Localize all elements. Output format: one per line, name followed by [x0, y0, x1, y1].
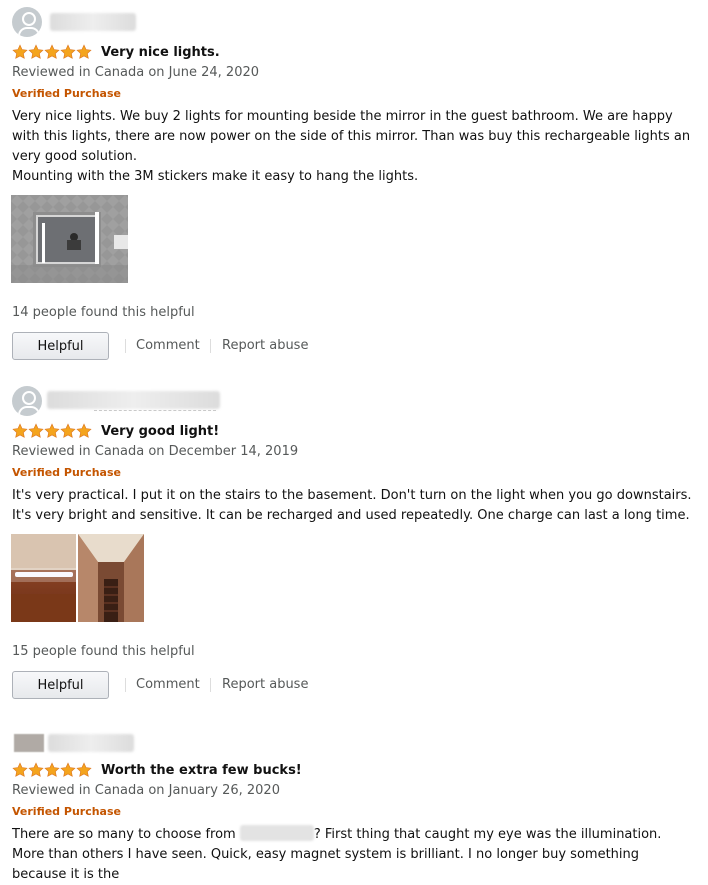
star-icon — [60, 44, 76, 60]
star-icon — [12, 44, 28, 60]
helpful-button[interactable]: Helpful — [12, 332, 109, 360]
review-title[interactable]: Worth the extra few bucks! — [101, 763, 302, 778]
verified-purchase-badge: Verified Purchase — [12, 87, 121, 100]
comment-link[interactable]: Comment — [136, 338, 200, 353]
verified-purchase-badge: Verified Purchase — [12, 805, 121, 818]
avatar-icon[interactable] — [14, 734, 44, 752]
helpful-count: 14 people found this helpful — [12, 305, 195, 320]
divider — [125, 339, 126, 353]
star-icon — [60, 762, 76, 778]
review-title[interactable]: Very good light! — [101, 424, 219, 439]
review-image-ceiling-light[interactable] — [11, 534, 76, 622]
review-body-paragraph: Mounting with the 3M stickers make it ea… — [12, 169, 419, 184]
review-body: Very nice lights. We buy 2 lights for mo… — [12, 107, 696, 187]
review-body: It's very practical. I put it on the sta… — [12, 486, 696, 526]
review-body: There are so many to choose from ? First… — [12, 825, 696, 885]
redacted-text — [239, 825, 314, 841]
star-icon — [28, 423, 44, 439]
star-icon — [60, 423, 76, 439]
comment-link[interactable]: Comment — [136, 677, 200, 692]
review-body-text: There are so many to choose from — [12, 827, 236, 842]
review-date: Reviewed in Canada on January 26, 2020 — [12, 783, 280, 798]
avatar-icon[interactable] — [12, 386, 42, 416]
star-icon — [44, 762, 60, 778]
reviewer-name-underline — [94, 410, 216, 411]
verified-purchase-badge: Verified Purchase — [12, 466, 121, 479]
report-abuse-link[interactable]: Report abuse — [222, 338, 308, 353]
helpful-button[interactable]: Helpful — [12, 671, 109, 699]
review-date: Reviewed in Canada on December 14, 2019 — [12, 444, 299, 459]
report-abuse-link[interactable]: Report abuse — [222, 677, 308, 692]
reviewer-name-redacted[interactable] — [50, 13, 136, 31]
star-icon — [12, 423, 28, 439]
star-icon — [28, 762, 44, 778]
divider — [210, 339, 211, 353]
review-body-paragraph: It's very practical. I put it on the sta… — [12, 488, 692, 523]
star-icon — [76, 44, 92, 60]
star-rating[interactable] — [12, 44, 92, 60]
star-icon — [76, 762, 92, 778]
avatar-icon[interactable] — [12, 7, 42, 37]
star-icon — [44, 44, 60, 60]
review-date: Reviewed in Canada on June 24, 2020 — [12, 65, 260, 80]
star-rating[interactable] — [12, 423, 92, 439]
divider — [210, 678, 211, 692]
review-body-paragraph: There are so many to choose from ? First… — [12, 825, 696, 885]
review-body-paragraph: Very nice lights. We buy 2 lights for mo… — [12, 109, 691, 164]
review-title[interactable]: Very nice lights. — [101, 45, 220, 60]
review-image-mirror[interactable] — [11, 195, 128, 283]
star-icon — [44, 423, 60, 439]
review-image-stairway[interactable] — [78, 534, 144, 622]
star-icon — [28, 44, 44, 60]
star-rating[interactable] — [12, 762, 92, 778]
star-icon — [76, 423, 92, 439]
helpful-count: 15 people found this helpful — [12, 644, 195, 659]
reviewer-name-redacted[interactable] — [48, 734, 134, 752]
reviewer-name-redacted[interactable] — [47, 391, 220, 409]
divider — [125, 678, 126, 692]
star-icon — [12, 762, 28, 778]
